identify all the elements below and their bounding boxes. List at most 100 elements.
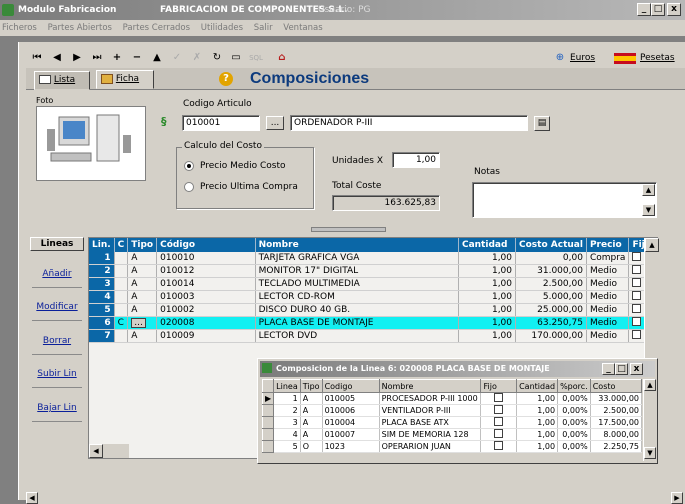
last-record-icon[interactable]: ⏭	[90, 50, 104, 66]
sub-table-row[interactable]: 3 A 010004 PLACA BASE ATX 1,00 0,00% 17.…	[261, 416, 643, 429]
edit-icon[interactable]: ✓	[170, 50, 184, 66]
fijo-checkbox[interactable]	[632, 278, 642, 287]
fijo-checkbox[interactable]	[632, 317, 642, 326]
sub-col-porc[interactable]: %porc.	[557, 379, 591, 393]
menu-utilidades[interactable]: Utilidades	[201, 23, 243, 33]
sub-col-tipo[interactable]: Tipo	[299, 379, 323, 393]
prev-record-icon[interactable]: ◀	[50, 50, 64, 66]
sub-fijo-checkbox[interactable]	[494, 429, 504, 438]
tab-ficha[interactable]: Ficha	[96, 70, 154, 89]
table-row[interactable]: 1 A 010010 TARJETA GRAFICA VGA 1,00 0,00…	[89, 252, 655, 265]
maximize-button[interactable]: □	[651, 3, 665, 16]
borrar-button[interactable]: Borrar	[32, 336, 82, 355]
fijo-checkbox[interactable]	[632, 252, 642, 261]
table-row[interactable]: 7 A 010009 LECTOR DVD 1,00 170.000,00 Me…	[89, 329, 655, 343]
sub-table-row[interactable]: ▶ 1 A 010005 PROCESADOR P-III 1000 1,00 …	[261, 392, 643, 405]
col-tipo[interactable]: Tipo	[127, 238, 158, 252]
sub-fijo-checkbox[interactable]	[494, 405, 504, 414]
subir-button[interactable]: Subir Lin	[32, 369, 82, 388]
grid-scroll-left[interactable]: ◀	[89, 444, 103, 458]
sub-col-nombre[interactable]: Nombre	[378, 379, 482, 393]
help-icon[interactable]: ?	[219, 72, 233, 86]
euros-button[interactable]: Euros	[570, 50, 610, 66]
document-icon[interactable]: ▤	[534, 116, 550, 131]
fijo-checkbox[interactable]	[632, 291, 642, 300]
codigo-input[interactable]: 010001	[182, 115, 260, 131]
fijo-checkbox[interactable]	[632, 304, 642, 313]
splitter-handle[interactable]	[311, 227, 386, 232]
menu-partes-cerrados[interactable]: Partes Cerrados	[123, 23, 190, 33]
sub-minimize-button[interactable]: _	[602, 363, 615, 375]
menu-partes-abiertos[interactable]: Partes Abiertos	[48, 23, 112, 33]
menu-ficheros[interactable]: Ficheros	[2, 23, 37, 33]
notas-textarea[interactable]	[472, 182, 657, 218]
modificar-button[interactable]: Modificar	[32, 302, 82, 321]
minimize-button[interactable]: _	[637, 3, 651, 16]
grid-scroll-up[interactable]: ▲	[645, 238, 659, 252]
notas-scroll-up[interactable]: ▲	[642, 184, 655, 196]
report-icon[interactable]: ⌂	[275, 50, 289, 66]
sub-col-codigo[interactable]: Codigo	[321, 379, 380, 393]
next-record-icon[interactable]: ▶	[70, 50, 84, 66]
sub-fijo-checkbox[interactable]	[494, 441, 504, 450]
sub-table-row[interactable]: 5 O 1023 OPERARION JUAN 1,00 0,00% 2.250…	[261, 440, 643, 453]
sub-col-linea[interactable]: Linea	[273, 379, 301, 393]
hscroll-left[interactable]: ◀	[26, 492, 38, 504]
sub-scroll-up[interactable]: ▲	[644, 379, 656, 391]
col-c[interactable]: C	[114, 238, 129, 252]
up-icon[interactable]: ▲	[150, 50, 164, 66]
radio-precio-medio[interactable]	[184, 161, 194, 171]
table-row[interactable]: 5 A 010002 DISCO DURO 40 GB. 1,00 25.000…	[89, 303, 655, 317]
window-hscrollbar[interactable]: ◀ ▶	[26, 492, 685, 504]
sub-fijo-checkbox[interactable]	[494, 417, 504, 426]
table-row-selected[interactable]: 6 C ... 020008 PLACA BASE DE MONTAJE 1,0…	[89, 316, 655, 330]
codigo-lookup-button[interactable]: ...	[266, 116, 284, 130]
sub-scroll-down[interactable]: ▼	[644, 447, 656, 459]
print-icon[interactable]: ▭	[228, 50, 244, 66]
radio-ultima-compra[interactable]	[184, 182, 194, 192]
sub-maximize-button[interactable]: □	[615, 363, 628, 375]
grid-hscrollbar[interactable]: ◀	[89, 444, 129, 458]
refresh-icon[interactable]: ↻	[210, 50, 224, 66]
descripcion-input[interactable]: ORDENADOR P-III	[290, 115, 528, 131]
sub-close-button[interactable]: x	[630, 363, 643, 375]
col-cantidad[interactable]: Cantidad	[458, 238, 517, 252]
tipo-lookup-button[interactable]: ...	[131, 318, 146, 328]
hscroll-right[interactable]: ▶	[671, 492, 683, 504]
table-row[interactable]: 2 A 010012 MONITOR 17" DIGITAL 1,00 31.0…	[89, 264, 655, 278]
cancel-icon[interactable]: ✗	[190, 50, 204, 66]
sub-col-cantidad[interactable]: Cantidad	[516, 379, 559, 393]
col-precio[interactable]: Precio	[586, 238, 630, 252]
cell-precio: Medio	[586, 277, 630, 291]
col-lin[interactable]: Lin.	[89, 238, 115, 252]
fijo-checkbox[interactable]	[632, 265, 642, 274]
anadir-button[interactable]: Añadir	[32, 269, 82, 288]
table-row[interactable]: 4 A 010003 LECTOR CD-ROM 1,00 5.000,00 M…	[89, 290, 655, 304]
notas-scroll-down[interactable]: ▼	[642, 204, 655, 216]
sub-cell-fijo	[480, 440, 518, 453]
first-record-icon[interactable]: ⏮	[30, 50, 44, 66]
sub-table-row[interactable]: 4 A 010007 SIM DE MEMORIA 128 1,00 0,00%…	[261, 428, 643, 441]
fijo-checkbox[interactable]	[632, 330, 642, 339]
menu-ventanas[interactable]: Ventanas	[283, 23, 322, 33]
close-button[interactable]: x	[667, 3, 681, 16]
col-nombre[interactable]: Nombre	[255, 238, 459, 252]
sub-fijo-checkbox[interactable]	[494, 393, 504, 402]
pesetas-button[interactable]: Pesetas	[640, 50, 685, 66]
add-record-icon[interactable]: +	[110, 50, 124, 66]
col-codigo[interactable]: Código	[156, 238, 256, 252]
sub-col-costo[interactable]: Costo	[589, 379, 643, 393]
link-icon[interactable]: §	[161, 115, 167, 128]
table-row[interactable]: 3 A 010014 TECLADO MULTIMEDIA 1,00 2.500…	[89, 277, 655, 291]
menu-salir[interactable]: Salir	[254, 23, 273, 33]
sub-col-fijo[interactable]: Fijo	[480, 379, 518, 393]
tab-lista[interactable]: Lista	[34, 71, 90, 90]
sql-icon[interactable]: SQL	[246, 50, 266, 66]
col-costo[interactable]: Costo Actual	[515, 238, 587, 252]
sub-vscrollbar[interactable]: ▲ ▼	[643, 379, 656, 461]
sub-table-row[interactable]: 2 A 010006 VENTILADOR P-III 1,00 0,00% 2…	[261, 404, 643, 417]
unidades-input[interactable]: 1,00	[392, 152, 440, 168]
bajar-button[interactable]: Bajar Lin	[32, 403, 82, 422]
delete-record-icon[interactable]: −	[130, 50, 144, 66]
lineas-tab[interactable]: Lineas	[30, 237, 84, 251]
